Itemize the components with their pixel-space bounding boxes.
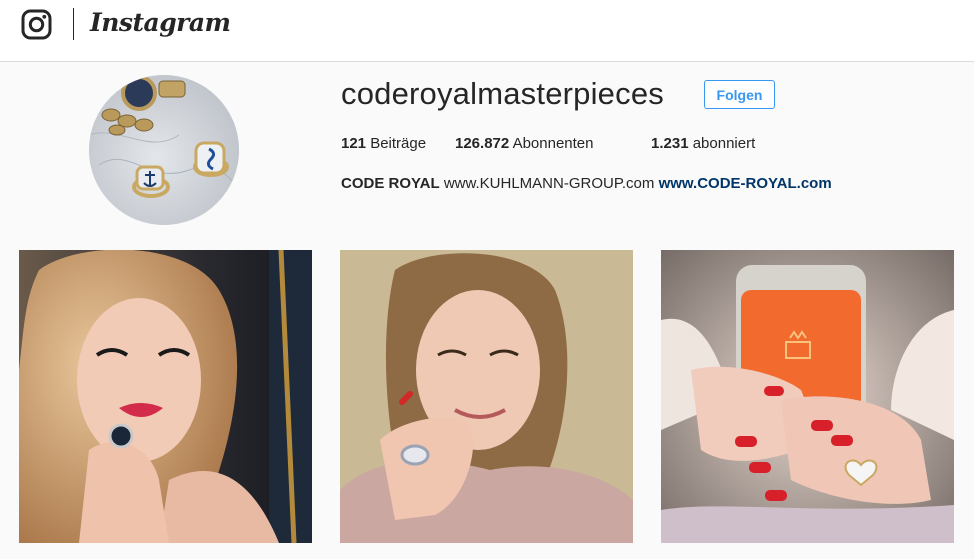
avatar-rings-image [89, 75, 239, 225]
posts-label: Beiträge [370, 135, 427, 152]
following-stat[interactable]: 1.231 abonniert [651, 135, 755, 152]
bio-website-link[interactable]: www.CODE-ROYAL.com [659, 175, 832, 192]
post-thumbnail[interactable] [340, 250, 633, 543]
bio-text: www.KUHLMANN-GROUP.com [443, 175, 655, 192]
follow-button[interactable]: Folgen [704, 80, 775, 109]
post-image-woman-selfie [19, 250, 312, 543]
followers-label: Abonnenten [512, 135, 594, 152]
camera-icon[interactable] [21, 9, 52, 40]
followers-stat[interactable]: 126.872 Abonnenten [455, 135, 594, 152]
profile-bio: CODE ROYAL www.KUHLMANN-GROUP.com www.CO… [341, 175, 832, 192]
profile-username: coderoyalmasterpieces [341, 76, 664, 111]
following-count: 1.231 [651, 135, 689, 152]
profile-avatar[interactable] [89, 75, 239, 225]
posts-stat: 121 Beiträge [341, 135, 426, 152]
following-label: abonniert [692, 135, 756, 152]
followers-count: 126.872 [455, 135, 510, 152]
post-image-hands-phone [661, 250, 954, 543]
posts-count: 121 [341, 135, 367, 152]
bio-full-name: CODE ROYAL [341, 175, 440, 192]
post-image-woman-smiling [340, 250, 633, 543]
top-navigation-bar: Instagram [0, 0, 974, 62]
post-thumbnail[interactable] [661, 250, 954, 543]
logo-divider [73, 8, 74, 40]
post-thumbnail[interactable] [19, 250, 312, 543]
instagram-wordmark[interactable]: Instagram [90, 8, 231, 37]
